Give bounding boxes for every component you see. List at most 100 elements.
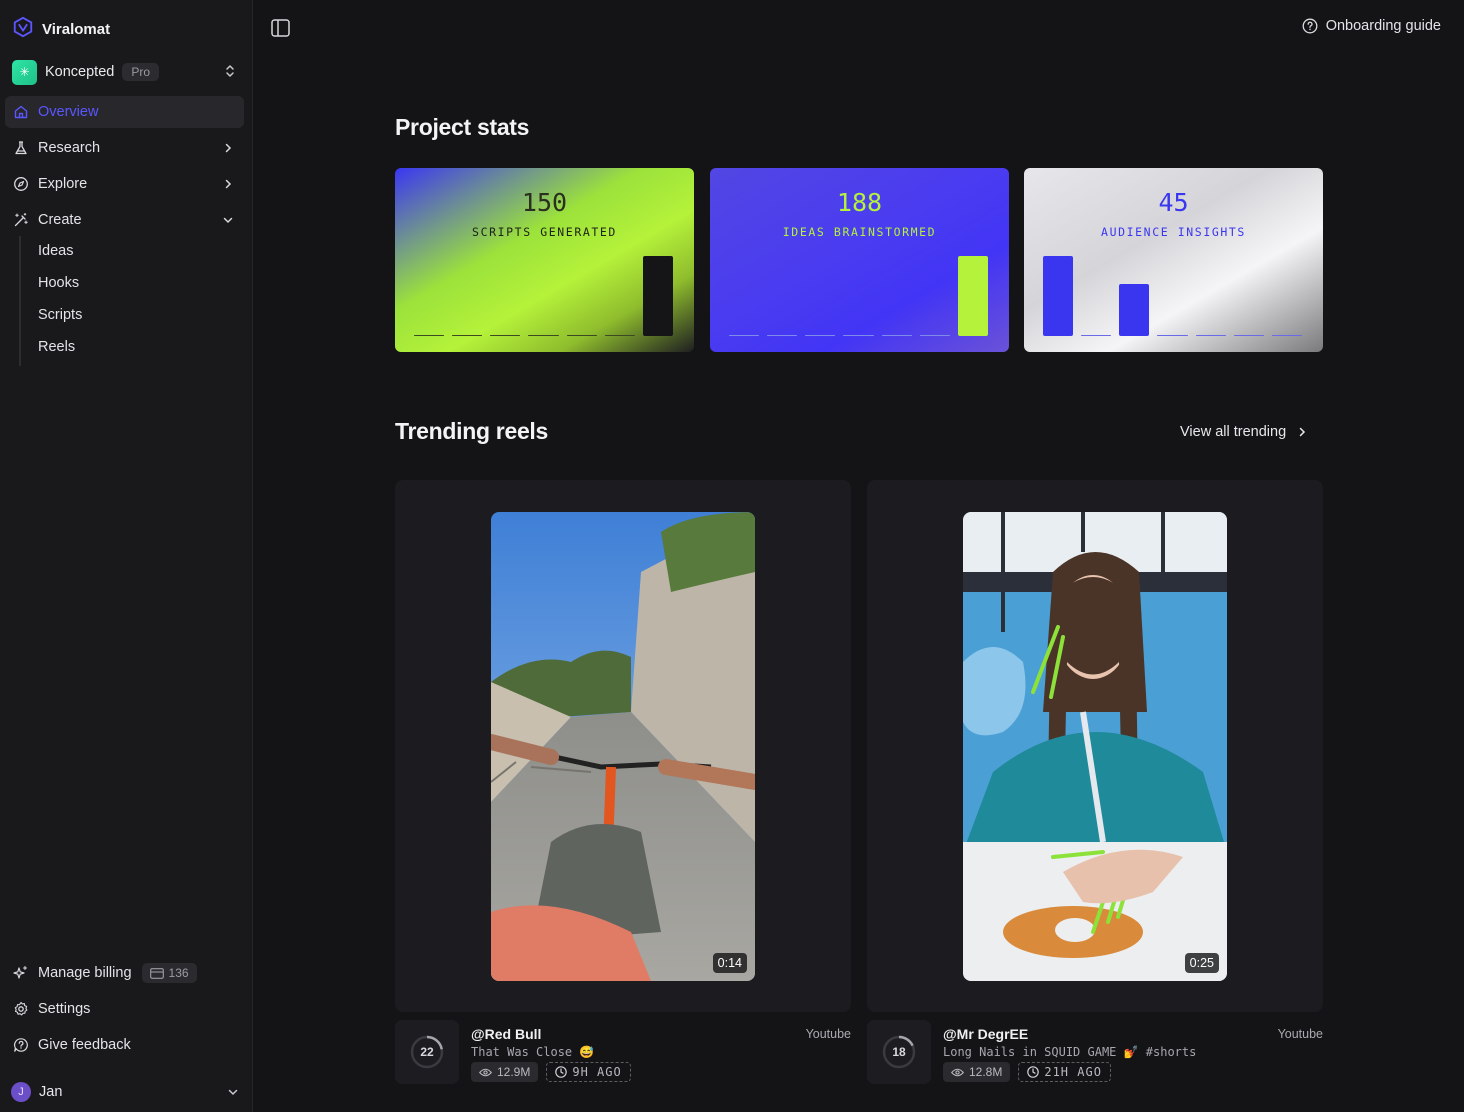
stat-value: 150 [521, 188, 568, 217]
workspace-name: Koncepted [45, 64, 115, 80]
age-label: 21H AGO [1044, 1065, 1102, 1079]
flask-icon [13, 140, 29, 156]
plan-badge: Pro [122, 63, 160, 81]
stat-bar [604, 334, 635, 336]
stat-bar [528, 334, 559, 336]
stat-bar [805, 334, 836, 336]
reel-caption: Long Nails in SQUID GAME 💅 #shorts [943, 1045, 1197, 1059]
clock-icon [1027, 1066, 1040, 1078]
chevron-right-icon [225, 179, 232, 189]
nav-research-label: Research [38, 140, 101, 156]
nav-feedback-label: Give feedback [38, 1037, 131, 1053]
score-ring [882, 1035, 916, 1069]
trending-reels-title: Trending reels [395, 418, 549, 444]
message-help-icon [13, 1037, 29, 1053]
views-count: 12.8M [969, 1065, 1003, 1079]
app-name: Viralomat [42, 20, 111, 38]
avatar: J [11, 1082, 31, 1102]
onboarding-guide-label: Onboarding guide [1325, 18, 1441, 34]
stat-bar [767, 334, 798, 336]
stat-bar [1081, 334, 1112, 336]
project-stats-title: Project stats [395, 114, 530, 140]
onboarding-guide-button[interactable]: Onboarding guide [1302, 18, 1441, 34]
stat-bar [729, 334, 760, 336]
score-ring [410, 1035, 444, 1069]
user-name: Jan [39, 1084, 63, 1100]
stat-bar [957, 256, 988, 336]
bmx-ride-image [491, 512, 755, 981]
stat-bar [919, 334, 950, 336]
user-menu[interactable]: J Jan [11, 1082, 239, 1102]
credits-count: 136 [168, 966, 189, 980]
stat-card-scripts[interactable]: 150 SCRIPTS GENERATED [395, 168, 694, 352]
nav-billing-label: Manage billing [38, 965, 132, 981]
nav-settings[interactable]: Settings [5, 993, 244, 1025]
nav-research[interactable]: Research [5, 132, 244, 164]
viralomat-logo-icon [12, 16, 34, 42]
nav-reels[interactable]: Reels [38, 339, 75, 355]
views-pill: 12.8M [943, 1062, 1011, 1082]
reel-handle[interactable]: @Mr DegrEE [943, 1026, 1028, 1042]
nav-give-feedback[interactable]: Give feedback [5, 1029, 244, 1061]
reel-meta: 18 @Mr DegrEE Youtube Long Nails in SQUI… [867, 1020, 1323, 1084]
reel-card[interactable]: 0:14 [395, 480, 851, 1012]
nav-explore[interactable]: Explore [5, 168, 244, 200]
stat-label: SCRIPTS GENERATED [472, 225, 617, 239]
stat-card-insights[interactable]: 45 AUDIENCE INSIGHTS [1024, 168, 1323, 352]
age-pill: 21H AGO [1018, 1062, 1111, 1082]
nav-create[interactable]: Create [5, 204, 244, 236]
stat-bar [566, 334, 597, 336]
chevrons-up-down-icon [224, 64, 236, 81]
reel-source: Youtube [1277, 1027, 1323, 1041]
stat-bar [1119, 284, 1150, 336]
stat-value: 188 [836, 188, 883, 217]
reel-thumbnail[interactable]: 0:25 [963, 512, 1227, 981]
help-circle-icon [1302, 18, 1318, 34]
stat-bar [490, 334, 521, 336]
workspace-logo-icon: ✳ [12, 59, 37, 85]
sidebar-toggle-icon[interactable] [271, 19, 290, 37]
compass-icon [13, 176, 29, 192]
stat-card-ideas[interactable]: 188 IDEAS BRAINSTORMED [710, 168, 1009, 352]
stat-bar [843, 334, 874, 336]
sidebar: Viralomat ✳ Koncepted Pro Overview Resea… [0, 0, 253, 1112]
reel-handle[interactable]: @Red Bull [471, 1026, 541, 1042]
nav-settings-label: Settings [38, 1001, 91, 1017]
stat-bar [1157, 334, 1188, 336]
stat-bar [452, 334, 483, 336]
reel-source: Youtube [805, 1027, 851, 1041]
reel-stats: 12.9M 9H AGO [471, 1062, 631, 1082]
eye-icon [951, 1068, 964, 1076]
nav-ideas[interactable]: Ideas [38, 243, 73, 259]
clock-icon [555, 1066, 568, 1078]
credits-badge: 136 [141, 963, 197, 983]
virality-score: 22 [395, 1020, 459, 1084]
stat-bar [414, 334, 445, 336]
nav-hooks[interactable]: Hooks [38, 275, 79, 291]
chevron-down-icon [228, 1089, 238, 1096]
stat-bars [1043, 256, 1302, 336]
stat-bars [414, 256, 673, 336]
stat-bars [729, 256, 988, 336]
reel-stats: 12.8M 21H AGO [943, 1062, 1111, 1082]
nav-manage-billing[interactable]: Manage billing 136 [5, 957, 244, 989]
nav-overview[interactable]: Overview [5, 96, 244, 128]
long-nails-image [963, 512, 1227, 981]
brand[interactable]: Viralomat [12, 16, 110, 42]
stat-value: 45 [1158, 188, 1189, 217]
nav-create-label: Create [38, 212, 82, 228]
sparkles-icon [13, 965, 29, 981]
view-all-trending-link[interactable]: View all trending [1180, 424, 1308, 440]
gear-icon [13, 1001, 29, 1017]
reel-thumbnail[interactable]: 0:14 [491, 512, 755, 981]
nav-scripts[interactable]: Scripts [38, 307, 82, 323]
stat-bar [881, 334, 912, 336]
home-icon [13, 104, 29, 120]
reel-duration: 0:14 [712, 953, 747, 973]
virality-score: 18 [867, 1020, 931, 1084]
chevron-down-icon [223, 217, 233, 224]
workspace-switcher[interactable]: ✳ Koncepted Pro [12, 59, 240, 85]
reel-meta: 22 @Red Bull Youtube That Was Close 😅 12… [395, 1020, 851, 1084]
reel-card[interactable]: 0:25 [867, 480, 1323, 1012]
reel-caption: That Was Close 😅 [471, 1045, 595, 1059]
